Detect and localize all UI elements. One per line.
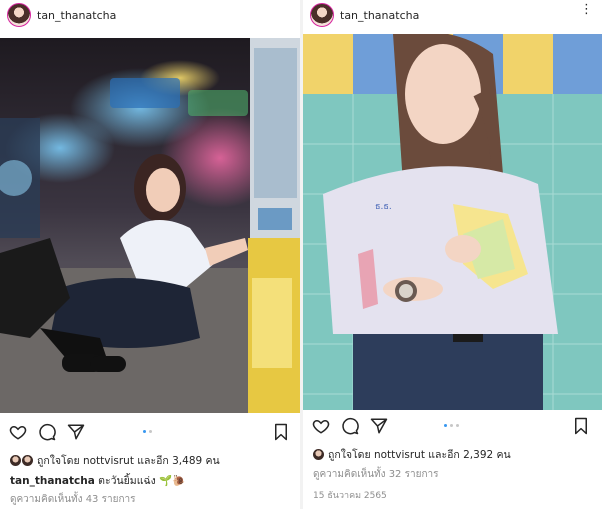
more-icon[interactable]: ⋮ bbox=[580, 2, 594, 17]
carousel-dots bbox=[444, 424, 459, 427]
post-photo[interactable] bbox=[0, 38, 301, 413]
liked-by-text[interactable]: ถูกใจโดย nottvisrut และอีก 2,392 คน bbox=[328, 446, 511, 463]
carousel-dot bbox=[450, 424, 453, 427]
caption-username[interactable]: tan_thanatcha bbox=[10, 475, 95, 487]
avatar[interactable] bbox=[310, 3, 334, 27]
carousel-dots bbox=[143, 430, 152, 433]
caption-text: ตะวันยิ้มแฉ่ง 🌱🐌 bbox=[98, 475, 186, 487]
username[interactable]: tan_thanatcha bbox=[37, 9, 116, 22]
carousel-dot-active bbox=[444, 424, 447, 427]
post-header: tan_thanatcha bbox=[0, 0, 301, 30]
post-actions bbox=[303, 414, 602, 438]
instagram-post-left: tan_thanatcha ถูกใจโดย nottvisrut และอีก… bbox=[0, 0, 301, 509]
heart-icon[interactable] bbox=[312, 417, 330, 435]
post-header: tan_thanatcha ⋮ bbox=[303, 0, 602, 30]
post-photo[interactable]: ธ.ธ. bbox=[303, 34, 602, 410]
share-icon[interactable] bbox=[67, 423, 85, 441]
likes-row: ถูกใจโดย nottvisrut และอีก 2,392 คน bbox=[313, 446, 511, 463]
post-actions bbox=[0, 420, 301, 444]
school-uniform-photo: ธ.ธ. bbox=[303, 34, 602, 410]
liker-avatar bbox=[313, 449, 324, 460]
liker-avatar bbox=[10, 455, 21, 466]
username[interactable]: tan_thanatcha bbox=[340, 9, 419, 22]
bookmark-icon[interactable] bbox=[273, 423, 289, 441]
likes-row: ถูกใจโดย nottvisrut และอีก 3,489 คน bbox=[10, 452, 220, 469]
carousel-dot bbox=[456, 424, 459, 427]
avatar[interactable] bbox=[7, 3, 31, 27]
heart-icon[interactable] bbox=[9, 423, 27, 441]
bookmark-icon[interactable] bbox=[573, 417, 589, 435]
liked-by-text[interactable]: ถูกใจโดย nottvisrut และอีก 3,489 คน bbox=[37, 452, 220, 469]
caption: tan_thanatcha ตะวันยิ้มแฉ่ง 🌱🐌 bbox=[10, 472, 185, 489]
view-comments-link[interactable]: ดูความคิดเห็นทั้ง 43 รายการ bbox=[10, 492, 135, 507]
instagram-post-right: tan_thanatcha ⋮ ธ.ธ. ถูกใจโดย nottvisrut… bbox=[303, 0, 602, 509]
arcade-photo bbox=[0, 38, 301, 413]
share-icon[interactable] bbox=[370, 417, 388, 435]
svg-text:ธ.ธ.: ธ.ธ. bbox=[375, 202, 392, 212]
comment-icon[interactable] bbox=[341, 417, 359, 435]
view-comments-link[interactable]: ดูความคิดเห็นทั้ง 32 รายการ bbox=[313, 467, 438, 482]
comment-icon[interactable] bbox=[38, 423, 56, 441]
post-date: 15 ธันวาคม 2565 bbox=[313, 491, 387, 501]
liker-avatar bbox=[22, 455, 33, 466]
carousel-dot-active bbox=[143, 430, 146, 433]
carousel-dot bbox=[149, 430, 152, 433]
